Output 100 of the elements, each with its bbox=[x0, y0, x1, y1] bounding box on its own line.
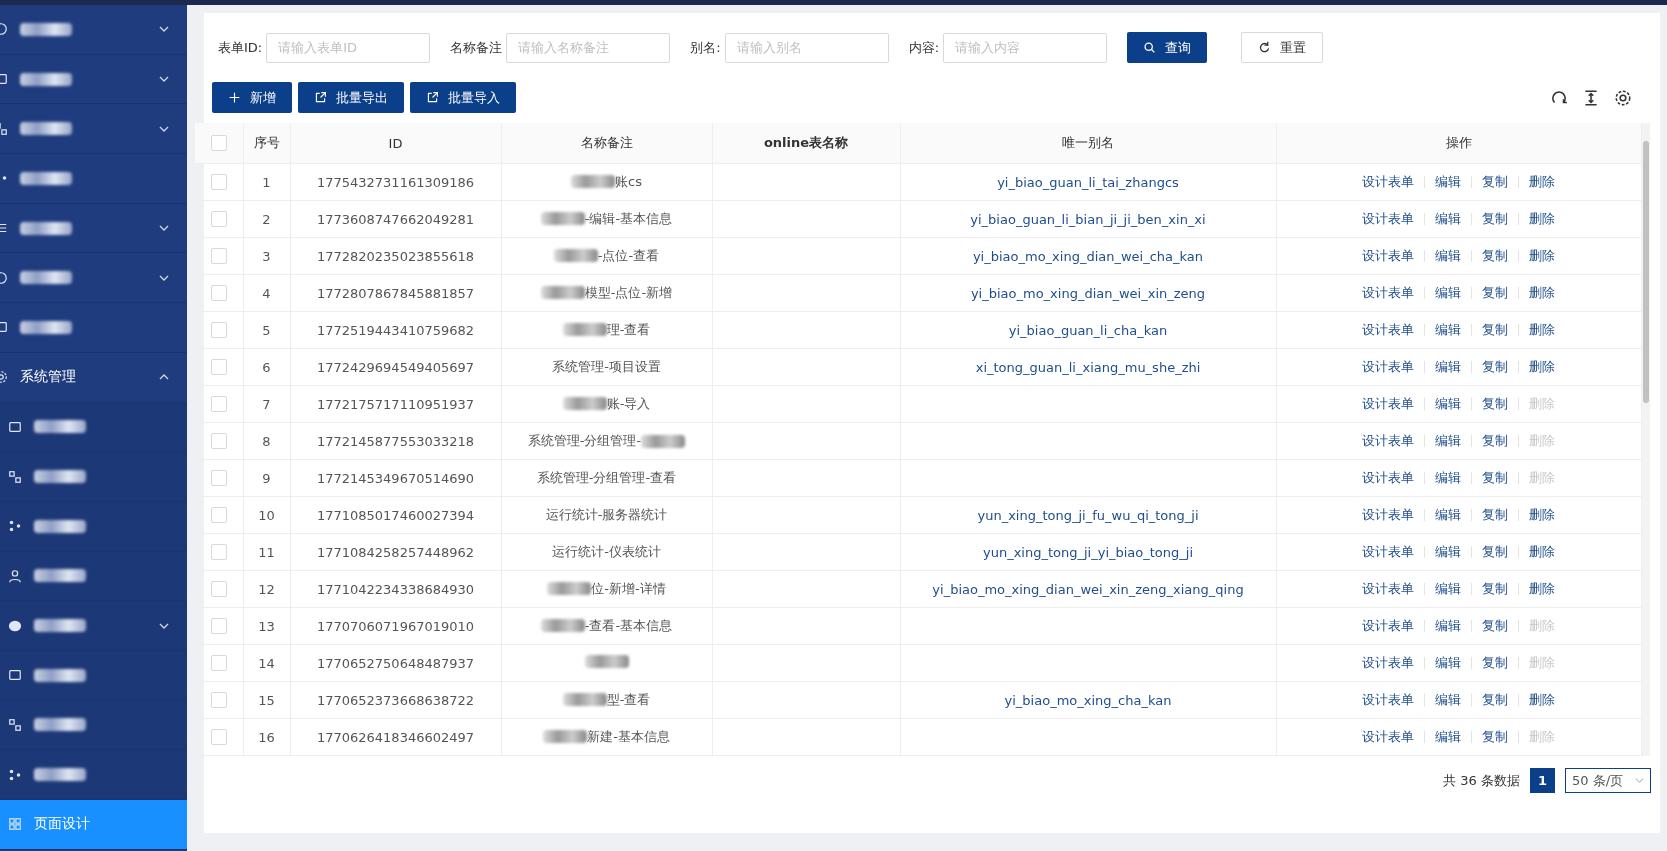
design-form-link[interactable]: 设计表单 bbox=[1352, 435, 1426, 447]
design-form-link[interactable]: 设计表单 bbox=[1352, 361, 1426, 373]
edit-link[interactable]: 编辑 bbox=[1425, 657, 1473, 669]
delete-link[interactable]: 删除 bbox=[1519, 546, 1566, 558]
edit-link[interactable]: 编辑 bbox=[1425, 509, 1473, 521]
design-form-link[interactable]: 设计表单 bbox=[1352, 250, 1426, 262]
settings-icon[interactable] bbox=[1614, 88, 1632, 107]
copy-link[interactable]: 复制 bbox=[1472, 250, 1520, 262]
row-checkbox[interactable] bbox=[210, 174, 227, 191]
sidebar-item[interactable] bbox=[0, 700, 187, 751]
add-button[interactable]: 新增 bbox=[212, 82, 292, 113]
edit-link[interactable]: 编辑 bbox=[1425, 620, 1473, 632]
row-checkbox[interactable] bbox=[210, 729, 227, 746]
select-all-checkbox[interactable] bbox=[210, 135, 227, 152]
edit-link[interactable]: 编辑 bbox=[1425, 250, 1473, 262]
edit-link[interactable]: 编辑 bbox=[1425, 694, 1473, 706]
row-checkbox[interactable] bbox=[210, 248, 227, 265]
row-checkbox[interactable] bbox=[210, 655, 227, 672]
sidebar-item[interactable] bbox=[0, 402, 187, 453]
sidebar-item[interactable] bbox=[0, 452, 187, 502]
sidebar-item[interactable] bbox=[0, 750, 187, 800]
edit-link[interactable]: 编辑 bbox=[1425, 398, 1473, 410]
delete-link[interactable]: 删除 bbox=[1519, 324, 1566, 336]
edit-link[interactable]: 编辑 bbox=[1425, 287, 1473, 299]
design-form-link[interactable]: 设计表单 bbox=[1352, 287, 1426, 299]
edit-link[interactable]: 编辑 bbox=[1425, 176, 1473, 188]
design-form-link[interactable]: 设计表单 bbox=[1352, 213, 1426, 225]
export-button[interactable]: 批量导出 bbox=[298, 82, 404, 113]
delete-link[interactable]: 删除 bbox=[1519, 213, 1566, 225]
delete-link[interactable]: 删除 bbox=[1519, 250, 1566, 262]
sidebar-item[interactable]: 系统管理 bbox=[0, 352, 187, 403]
copy-link[interactable]: 复制 bbox=[1472, 361, 1520, 373]
delete-link[interactable]: 删除 bbox=[1519, 176, 1566, 188]
table-cell: 位-新增-详情 bbox=[591, 579, 666, 598]
copy-link[interactable]: 复制 bbox=[1472, 213, 1520, 225]
design-form-link[interactable]: 设计表单 bbox=[1352, 620, 1426, 632]
column-header: ID bbox=[388, 135, 403, 151]
design-form-link[interactable]: 设计表单 bbox=[1352, 472, 1426, 484]
input-field[interactable]: 请输入内容 bbox=[943, 32, 1107, 63]
copy-link[interactable]: 复制 bbox=[1472, 657, 1520, 669]
sidebar-item[interactable] bbox=[0, 650, 187, 701]
delete-link[interactable]: 删除 bbox=[1519, 694, 1566, 706]
scrollbar-thumb[interactable] bbox=[1643, 141, 1649, 403]
input-field[interactable]: 请输入表单ID bbox=[266, 32, 431, 63]
edit-link[interactable]: 编辑 bbox=[1425, 361, 1473, 373]
edit-link[interactable]: 编辑 bbox=[1425, 213, 1473, 225]
copy-link[interactable]: 复制 bbox=[1472, 435, 1520, 447]
copy-link[interactable]: 复制 bbox=[1472, 731, 1520, 743]
edit-link[interactable]: 编辑 bbox=[1425, 546, 1473, 558]
row-checkbox[interactable] bbox=[210, 322, 227, 339]
sidebar-item[interactable] bbox=[0, 601, 187, 651]
row-height-icon[interactable] bbox=[1582, 88, 1600, 107]
page-size-select[interactable]: 50 条/页 bbox=[1565, 768, 1651, 793]
design-form-link[interactable]: 设计表单 bbox=[1352, 176, 1426, 188]
sidebar-item[interactable] bbox=[0, 501, 187, 552]
row-checkbox[interactable] bbox=[210, 359, 227, 376]
design-form-link[interactable]: 设计表单 bbox=[1352, 324, 1426, 336]
row-checkbox[interactable] bbox=[210, 618, 227, 635]
design-form-link[interactable]: 设计表单 bbox=[1352, 694, 1426, 706]
copy-link[interactable]: 复制 bbox=[1472, 694, 1520, 706]
row-checkbox[interactable] bbox=[210, 470, 227, 487]
copy-link[interactable]: 复制 bbox=[1472, 287, 1520, 299]
edit-link[interactable]: 编辑 bbox=[1425, 583, 1473, 595]
design-form-link[interactable]: 设计表单 bbox=[1352, 731, 1426, 743]
import-button[interactable]: 批量导入 bbox=[410, 82, 516, 113]
design-form-link[interactable]: 设计表单 bbox=[1352, 398, 1426, 410]
edit-link[interactable]: 编辑 bbox=[1425, 435, 1473, 447]
delete-link[interactable]: 删除 bbox=[1519, 509, 1566, 521]
edit-link[interactable]: 编辑 bbox=[1425, 731, 1473, 743]
delete-link[interactable]: 删除 bbox=[1519, 361, 1566, 373]
design-form-link[interactable]: 设计表单 bbox=[1352, 657, 1426, 669]
input-field[interactable]: 请输入别名 bbox=[724, 32, 889, 63]
design-form-link[interactable]: 设计表单 bbox=[1352, 509, 1426, 521]
copy-link[interactable]: 复制 bbox=[1472, 324, 1520, 336]
page-button[interactable]: 1 bbox=[1530, 768, 1555, 793]
reset-button[interactable]: 重置 bbox=[1241, 32, 1323, 63]
edit-link[interactable]: 编辑 bbox=[1425, 324, 1473, 336]
copy-link[interactable]: 复制 bbox=[1472, 472, 1520, 484]
row-checkbox[interactable] bbox=[210, 692, 227, 709]
delete-link[interactable]: 删除 bbox=[1519, 287, 1566, 299]
copy-link[interactable]: 复制 bbox=[1472, 509, 1520, 521]
edit-link[interactable]: 编辑 bbox=[1425, 472, 1473, 484]
copy-link[interactable]: 复制 bbox=[1472, 546, 1520, 558]
sidebar-item[interactable] bbox=[0, 551, 187, 602]
input-field[interactable]: 请输入名称备注 bbox=[506, 32, 671, 63]
row-checkbox[interactable] bbox=[210, 581, 227, 598]
row-checkbox[interactable] bbox=[210, 285, 227, 302]
copy-link[interactable]: 复制 bbox=[1472, 176, 1520, 188]
copy-link[interactable]: 复制 bbox=[1472, 620, 1520, 632]
row-checkbox[interactable] bbox=[210, 507, 227, 524]
copy-link[interactable]: 复制 bbox=[1472, 583, 1520, 595]
row-checkbox[interactable] bbox=[210, 396, 227, 413]
search-button[interactable]: 查询 bbox=[1127, 32, 1207, 63]
row-checkbox[interactable] bbox=[210, 544, 227, 561]
design-form-link[interactable]: 设计表单 bbox=[1352, 546, 1426, 558]
row-checkbox[interactable] bbox=[210, 433, 227, 450]
delete-link[interactable]: 删除 bbox=[1519, 583, 1566, 595]
row-checkbox[interactable] bbox=[210, 211, 227, 228]
design-form-link[interactable]: 设计表单 bbox=[1352, 583, 1426, 595]
copy-link[interactable]: 复制 bbox=[1472, 398, 1520, 410]
